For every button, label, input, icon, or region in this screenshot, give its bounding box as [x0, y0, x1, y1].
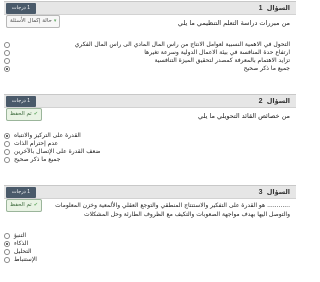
- question-1-prompt: من مبررات دراسة التعلم التنظيمي ما يلي: [177, 19, 290, 27]
- option-label: عدم إحترام الذات: [14, 140, 59, 147]
- question-1-number: 1: [258, 5, 263, 12]
- question-1-options: التحول في الاهمية النسبية لعوامل الانتاج…: [4, 41, 296, 73]
- option-label: التنبؤ: [14, 232, 27, 239]
- question-1-option-2[interactable]: ارتفاع حدة المنافسة في بيئة الاعمال الدو…: [4, 49, 296, 57]
- check-icon: ✔: [33, 111, 38, 117]
- question-2-points: 1 درجات: [6, 96, 36, 107]
- radio-button[interactable]: [4, 241, 10, 247]
- option-label: جميع ما ذكر صحيح: [14, 156, 61, 163]
- question-1-status-button[interactable]: ▾حالة إكمال الأسئلة: [6, 15, 61, 28]
- radio-button[interactable]: [4, 58, 10, 64]
- question-2-title-label: السؤال: [266, 97, 290, 105]
- radio-button[interactable]: [4, 257, 10, 263]
- question-1-option-3[interactable]: تزايد الاهتمام بالمعرفة كمصدر لتحقيق الم…: [4, 57, 296, 65]
- question-3-saved-badge: ✔تم الحفظ: [6, 199, 42, 212]
- question-1: السؤال 1 1 درجات ▾حالة إكمال الأسئلة من …: [4, 1, 296, 72]
- question-3-header: السؤال 3 1 درجات: [4, 185, 296, 199]
- question-1-option-1[interactable]: التحول في الاهمية النسبية لعوامل الانتاج…: [4, 41, 296, 49]
- radio-button[interactable]: [4, 50, 10, 56]
- question-1-option-4[interactable]: جميع ما ذكر صحيح: [4, 65, 296, 73]
- option-label: الذكاء: [14, 240, 29, 247]
- question-1-header: السؤال 1 1 درجات: [4, 1, 296, 15]
- question-2-saved-label: تم الحفظ: [10, 111, 32, 117]
- radio-button[interactable]: [4, 141, 10, 147]
- option-label: ضعف القدرة على الإتصال بالآخرين: [14, 148, 101, 155]
- question-2-option-1[interactable]: القدرة على التركيز والانتباه: [4, 132, 296, 140]
- question-3-points: 1 درجات: [6, 187, 36, 198]
- question-3-options: التنبؤ الذكاء التحليل الإستنباط: [4, 232, 296, 264]
- status-icon: ▾: [53, 18, 57, 24]
- question-3-title: السؤال 3: [259, 187, 290, 198]
- question-3-title-label: السؤال: [266, 188, 290, 196]
- option-label: جميع ما ذكر صحيح: [243, 65, 290, 72]
- question-1-status-label: حالة إكمال الأسئلة: [10, 18, 52, 24]
- radio-button[interactable]: [4, 249, 10, 255]
- question-3-saved-label: تم الحفظ: [10, 202, 32, 208]
- question-3-number: 3: [258, 189, 263, 196]
- option-label: التحول في الاهمية النسبية لعوامل الانتاج…: [74, 41, 290, 48]
- radio-button[interactable]: [4, 233, 10, 239]
- check-icon: ✔: [33, 202, 38, 208]
- question-2-prompt: من خصائص القائد التحويلي ما يلي: [198, 112, 290, 120]
- option-label: الإستنباط: [14, 256, 37, 263]
- question-1-points: 1 درجات: [6, 3, 36, 14]
- question-2-options: القدرة على التركيز والانتباه عدم إحترام …: [4, 132, 296, 164]
- option-label: القدرة على التركيز والانتباه: [14, 132, 81, 139]
- radio-button[interactable]: [4, 149, 10, 155]
- question-3: السؤال 3 1 درجات ✔تم الحفظ ............ …: [4, 185, 296, 263]
- question-2-number: 2: [258, 98, 263, 105]
- question-2-option-3[interactable]: ضعف القدرة على الإتصال بالآخرين: [4, 148, 296, 156]
- option-label: التحليل: [14, 248, 32, 255]
- question-2: السؤال 2 1 درجات ✔تم الحفظ من خصائص القا…: [4, 94, 296, 163]
- radio-button[interactable]: [4, 157, 10, 163]
- question-1-title: السؤال 1: [259, 3, 290, 14]
- question-3-prompt-line-2: والتوصل اليها بهدف مواجهة الصعوبات والتك…: [83, 211, 290, 218]
- question-2-option-4[interactable]: جميع ما ذكر صحيح: [4, 156, 296, 164]
- radio-button[interactable]: [4, 42, 10, 48]
- question-3-option-3[interactable]: التحليل: [4, 248, 296, 256]
- question-2-header: السؤال 2 1 درجات: [4, 94, 296, 108]
- radio-button[interactable]: [4, 133, 10, 139]
- question-3-prompt-line-1: ............ هو القدرة على التفكير والاس…: [55, 202, 290, 209]
- option-label: ارتفاع حدة المنافسة في بيئة الاعمال الدو…: [144, 49, 290, 56]
- question-3-option-4[interactable]: الإستنباط: [4, 256, 296, 264]
- question-2-saved-badge: ✔تم الحفظ: [6, 108, 42, 121]
- question-3-option-2[interactable]: الذكاء: [4, 240, 296, 248]
- question-2-title: السؤال 2: [259, 96, 290, 107]
- question-1-title-label: السؤال: [266, 4, 290, 12]
- question-2-option-2[interactable]: عدم إحترام الذات: [4, 140, 296, 148]
- radio-button[interactable]: [4, 66, 10, 72]
- option-label: تزايد الاهتمام بالمعرفة كمصدر لتحقيق الم…: [154, 57, 290, 64]
- question-3-option-1[interactable]: التنبؤ: [4, 232, 296, 240]
